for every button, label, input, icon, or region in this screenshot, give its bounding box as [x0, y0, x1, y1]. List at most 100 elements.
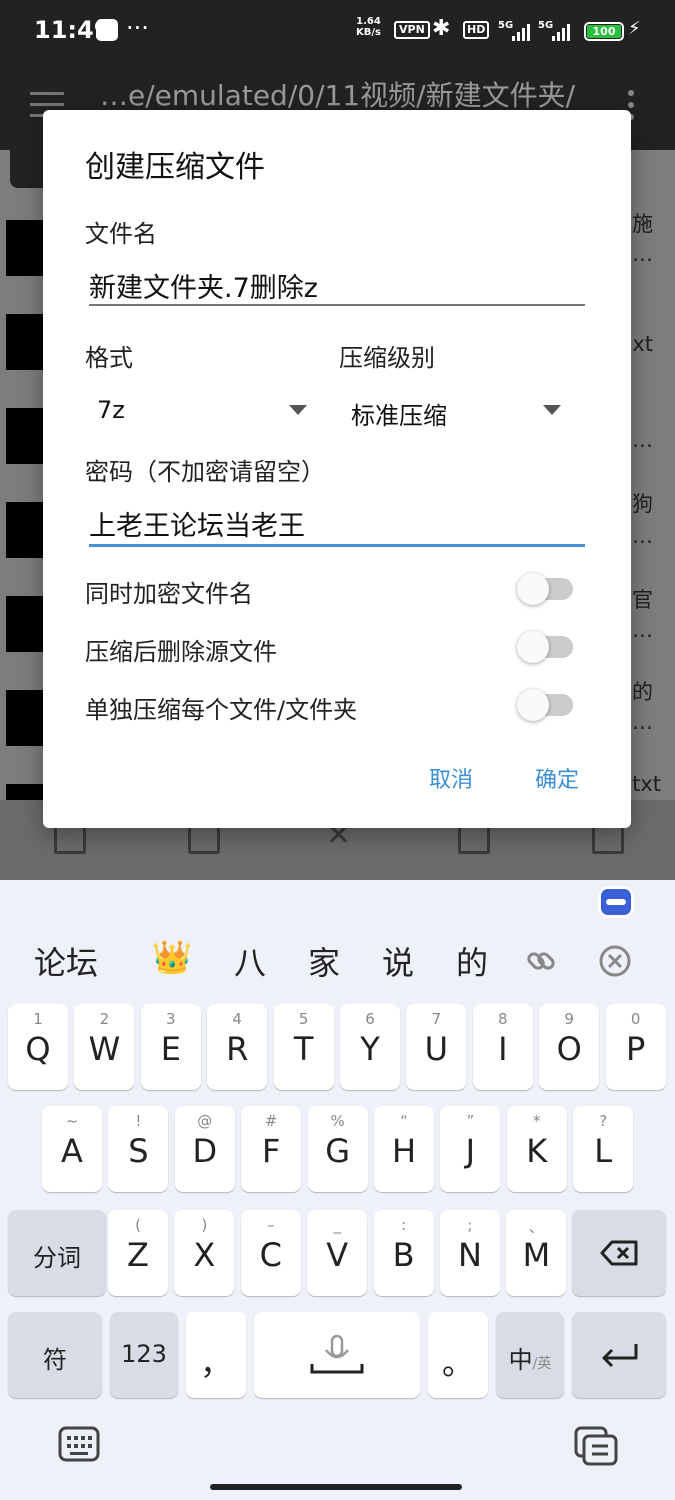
key-r[interactable]: 4R	[207, 1004, 268, 1090]
number-key[interactable]: 123	[110, 1312, 178, 1398]
candidate-word[interactable]: 说	[382, 938, 414, 984]
select-all-icon[interactable]	[54, 824, 86, 854]
key-k[interactable]: * K	[506, 1106, 567, 1192]
key-j[interactable]: ” J	[440, 1106, 501, 1192]
battery-icon: 100	[584, 22, 624, 41]
key-label: U	[424, 1030, 449, 1068]
key-e[interactable]: 3E	[140, 1004, 201, 1090]
password-input[interactable]: 上老王论坛当老王	[89, 504, 305, 543]
clip-link-icon[interactable]	[524, 944, 558, 978]
key-d[interactable]: @ D	[174, 1106, 235, 1192]
key-hint: ”	[466, 1112, 475, 1130]
candidate-bar: 论坛 👑 八 家 说 的	[0, 938, 675, 990]
close-candidates-icon[interactable]	[598, 944, 632, 978]
charging-icon: ⚡	[628, 18, 641, 39]
key-p[interactable]: 0P	[605, 1004, 666, 1090]
key-s[interactable]: ! S	[108, 1106, 169, 1192]
candidate-word[interactable]: 家	[308, 938, 340, 984]
candidate-word[interactable]: 论坛	[34, 938, 98, 984]
key-g[interactable]: % G	[307, 1106, 368, 1192]
key-hint: 4	[232, 1010, 242, 1028]
key-label: V	[326, 1236, 349, 1274]
file-thumbnail	[6, 502, 46, 558]
list-menu-icon[interactable]	[592, 824, 624, 854]
filename-input[interactable]: 新建文件夹.7删除z	[89, 266, 318, 305]
file-thumbnail	[6, 690, 46, 746]
select-range-icon[interactable]	[188, 824, 220, 854]
keyboard-toggle-icon[interactable]	[58, 1426, 100, 1462]
compress-individually-switch[interactable]	[517, 689, 573, 721]
invert-selection-icon[interactable]	[458, 824, 490, 854]
comma-key[interactable]: ，	[186, 1312, 246, 1398]
key-hint: 9	[564, 1010, 574, 1028]
symbol-key[interactable]: 符	[8, 1312, 102, 1398]
key-v[interactable]: _ V	[307, 1210, 368, 1296]
clipboard-icon[interactable]	[574, 1426, 618, 1466]
segment-key[interactable]: 分词	[8, 1210, 106, 1296]
key-l[interactable]: ? L	[573, 1106, 634, 1192]
delete-source-switch[interactable]	[517, 631, 573, 663]
key-y[interactable]: 6Y	[340, 1004, 400, 1090]
key-label: Q	[25, 1030, 51, 1068]
current-path: …e/emulated/0/11视频/新建文件夹/	[100, 79, 576, 112]
key-label: R	[226, 1030, 249, 1068]
key-w[interactable]: 2W	[74, 1004, 135, 1090]
file-name-fragment: 施	[632, 212, 653, 236]
key-hint: 3	[166, 1010, 176, 1028]
language-switch-label: 中/英	[496, 1340, 564, 1375]
candidate-crown-emoji[interactable]: 👑	[152, 938, 192, 976]
key-z[interactable]: (Z	[108, 1210, 168, 1296]
backspace-key[interactable]	[572, 1210, 666, 1296]
signal-5g-label: 5G	[498, 20, 513, 31]
cancel-button[interactable]: 取消	[429, 762, 473, 794]
key-b[interactable]: :B	[373, 1210, 434, 1296]
key-label: H	[391, 1132, 417, 1170]
key-label: S	[128, 1132, 149, 1170]
symbol-key-label: 符	[43, 1346, 67, 1374]
key-label: G	[325, 1132, 350, 1170]
language-main-label: 中	[508, 1346, 533, 1374]
key-label: O	[556, 1030, 582, 1068]
period-key-label: 。	[441, 1344, 474, 1382]
filename-label: 文件名	[85, 220, 157, 248]
switch-knob	[517, 689, 549, 721]
key-label: L	[594, 1132, 613, 1170]
language-switch-key[interactable]: 中/英	[496, 1312, 564, 1398]
password-underline	[89, 544, 585, 547]
key-o[interactable]: 9O	[539, 1004, 600, 1090]
key-c[interactable]: – C	[240, 1210, 301, 1296]
key-x[interactable]: ) X	[174, 1210, 235, 1296]
key-f[interactable]: # F	[241, 1106, 302, 1192]
status-bar: 11:49 ··· 1.64 KB/s VPN ✱ HD 5G 5G 100 ⚡	[0, 0, 675, 62]
file-name-fragment: …	[632, 524, 653, 548]
key-hint: 1	[33, 1010, 43, 1028]
key-hint: 7	[431, 1010, 442, 1028]
key-label: C	[259, 1236, 282, 1274]
compression-level-value: 标准压缩	[351, 402, 447, 430]
key-label: F	[261, 1132, 281, 1170]
key-hint: ?	[599, 1112, 608, 1130]
keyboard-assistant-icon[interactable]	[598, 886, 634, 918]
key-m[interactable]: 、 M	[506, 1210, 567, 1296]
file-name-fragment: 官	[632, 588, 653, 612]
key-n[interactable]: ; N	[440, 1210, 500, 1296]
key-t[interactable]: 5T	[273, 1004, 334, 1090]
key-q[interactable]: 1Q	[8, 1004, 68, 1090]
key-i[interactable]: 8I	[472, 1004, 533, 1090]
key-h[interactable]: “H	[374, 1106, 434, 1192]
key-a[interactable]: ~ A	[42, 1106, 102, 1192]
space-voice-key[interactable]	[254, 1312, 420, 1398]
encrypt-filenames-switch[interactable]	[517, 573, 573, 605]
key-label: A	[61, 1132, 83, 1170]
delete-source-label: 压缩后删除源文件	[85, 638, 277, 666]
comma-key-label: ，	[199, 1344, 232, 1382]
period-key[interactable]: 。	[428, 1312, 488, 1398]
confirm-button[interactable]: 确定	[535, 762, 579, 794]
file-thumbnail	[6, 596, 46, 652]
key-u[interactable]: 7U	[406, 1004, 467, 1090]
soft-keyboard: 论坛 👑 八 家 说 的 1Q2W3E4R5T6Y7U8I9O0P ~ A! S @ D…	[0, 880, 675, 1500]
home-indicator[interactable]	[210, 1484, 462, 1490]
candidate-word[interactable]: 的	[456, 938, 488, 984]
enter-key[interactable]	[572, 1312, 666, 1398]
candidate-word[interactable]: 八	[234, 938, 266, 984]
